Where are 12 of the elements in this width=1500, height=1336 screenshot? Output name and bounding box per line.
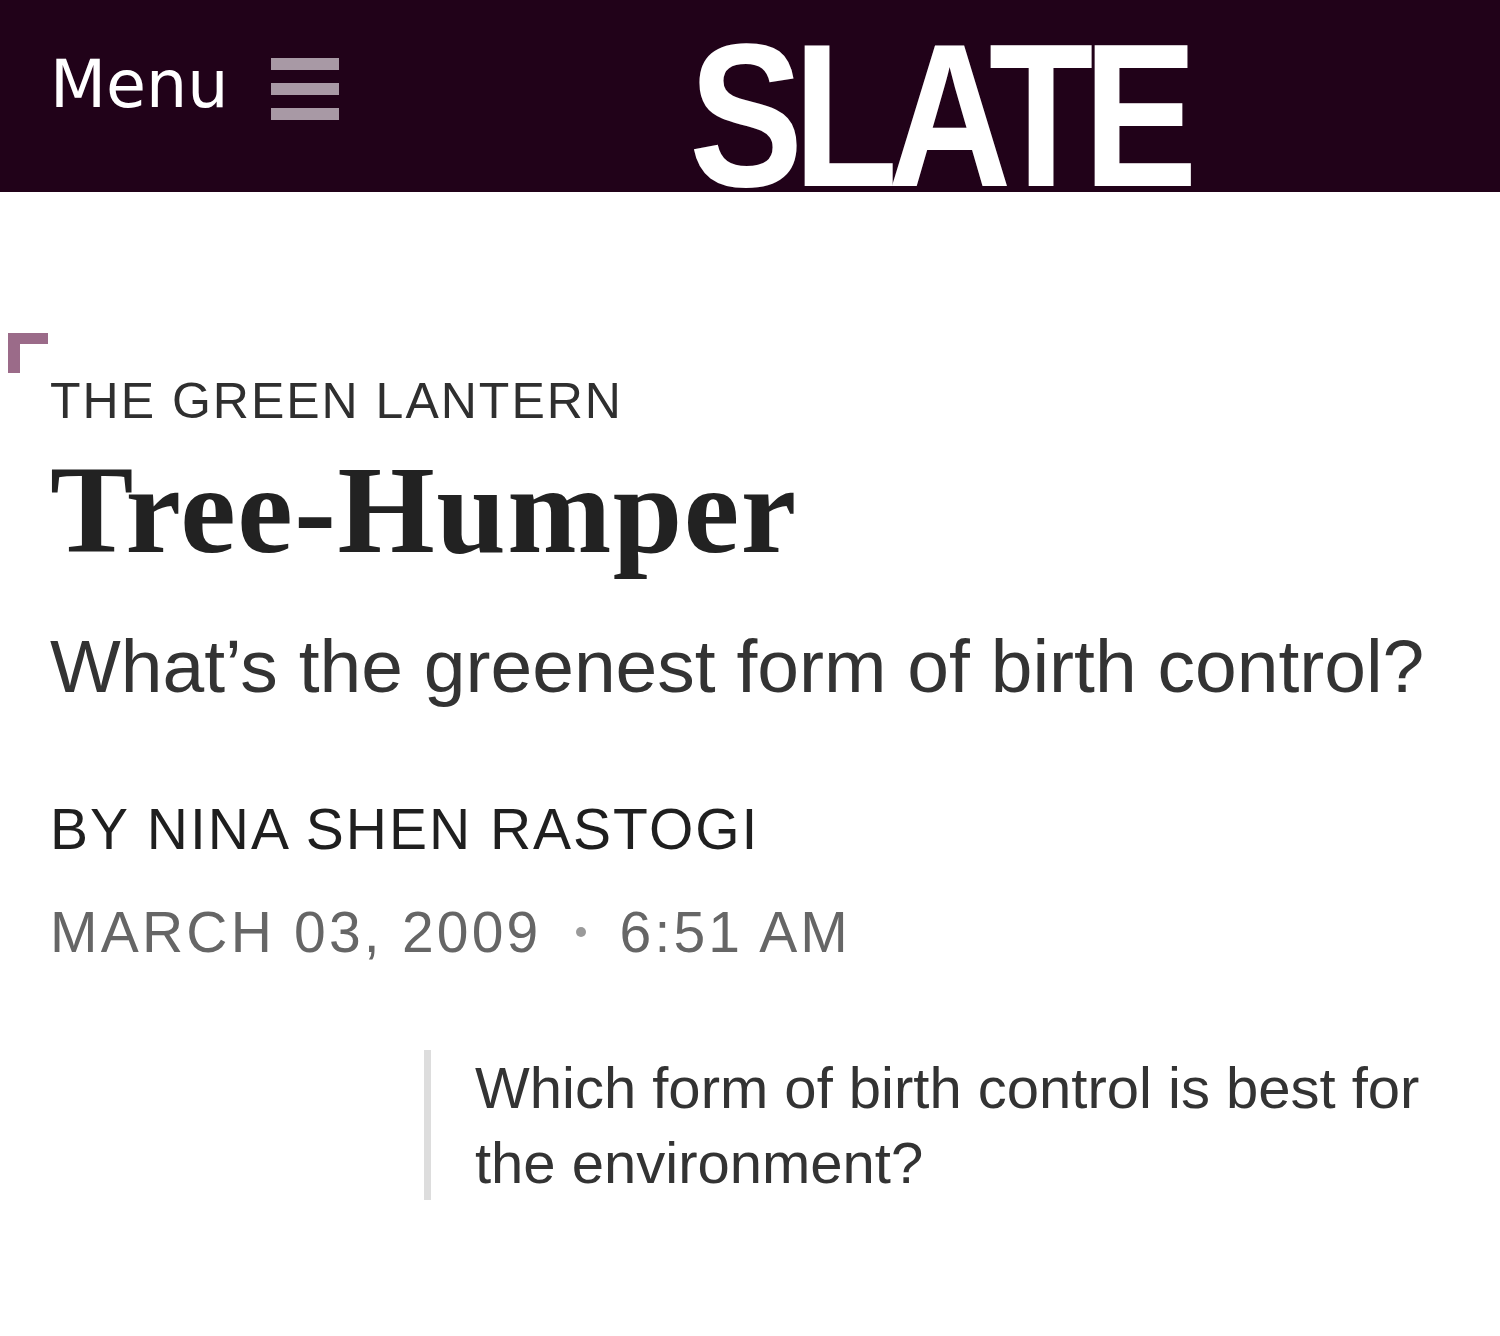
site-logo[interactable]: SLATE <box>689 40 1189 191</box>
menu-icon <box>271 58 340 120</box>
author-byline[interactable]: BY NINA SHEN RASTOGI <box>50 793 760 864</box>
dot-separator-icon <box>575 926 586 937</box>
corner-mark-icon <box>8 333 48 373</box>
menu-button[interactable]: Menu <box>50 46 340 124</box>
publish-time: 6:51 AM <box>619 898 852 966</box>
article-subtitle: What’s the greenest form of birth control? <box>50 622 1425 710</box>
section-label[interactable]: THE GREEN LANTERN <box>50 371 623 431</box>
summary-quote: Which form of birth control is best for the environment? <box>424 1049 1435 1200</box>
article-title: Tree-Humper <box>50 442 798 580</box>
publish-date: MARCH 03, 2009 <box>50 898 542 966</box>
